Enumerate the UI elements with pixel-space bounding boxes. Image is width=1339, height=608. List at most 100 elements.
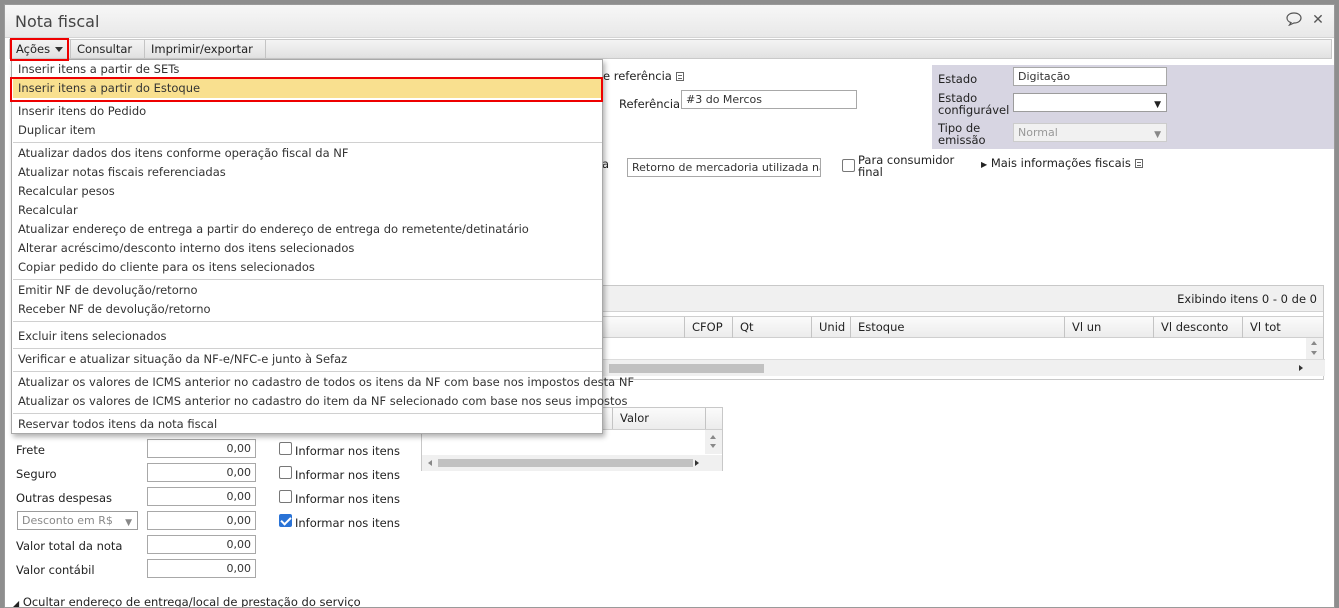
ocultar-endereco-link[interactable]: ◢ Ocultar endereço de entrega/local de p… xyxy=(13,595,361,607)
menu-item-excluir[interactable]: Excluir itens selecionados xyxy=(13,327,602,346)
desconto-tipo-select[interactable]: Desconto em R$ ▼ xyxy=(17,511,138,530)
menu-separator xyxy=(13,100,602,101)
exibindo-itens: Exibindo itens 0 - 0 de 0 xyxy=(1177,292,1317,306)
natureza-label-trunc: a xyxy=(602,157,610,171)
menu-item-inserir-estoque[interactable]: Inserir itens a partir do Estoque xyxy=(13,79,602,98)
menu-item-alterar-acrescimo[interactable]: Alterar acréscimo/desconto interno dos i… xyxy=(13,239,602,258)
menu-item-inserir-pedido[interactable]: Inserir itens do Pedido xyxy=(13,102,602,121)
small-grid-hscroll[interactable] xyxy=(422,455,722,471)
scroll-down-icon[interactable] xyxy=(1311,351,1317,355)
menu-item-inserir-sets[interactable]: Inserir itens a partir de SETs xyxy=(13,60,602,79)
col-vl-tot[interactable]: Vl tot xyxy=(1242,317,1310,338)
menu-item-verificar-sefaz[interactable]: Verificar e atualizar situação da NF-e/N… xyxy=(13,350,602,369)
referencia-label: Referência xyxy=(619,97,681,111)
estado-configuravel-label: Estado configurável xyxy=(938,91,1010,117)
menu-separator xyxy=(13,321,602,322)
valor-total-input: 0,00 xyxy=(147,535,256,554)
menu-item-atualizar-dados-itens[interactable]: Atualizar dados dos itens conforme opera… xyxy=(13,144,602,163)
menu-item-atualizar-notas-ref[interactable]: Atualizar notas fiscais referenciadas xyxy=(13,163,602,182)
col-qt[interactable]: Qt xyxy=(732,317,811,338)
col-unid[interactable]: Unid xyxy=(811,317,850,338)
scroll-thumb[interactable] xyxy=(609,364,764,373)
referencia-link[interactable]: e referência xyxy=(603,69,684,83)
scroll-right-icon[interactable] xyxy=(695,460,699,466)
valor-contabil-label: Valor contábil xyxy=(16,563,95,577)
menu-item-duplicar[interactable]: Duplicar item xyxy=(13,121,602,140)
outras-despesas-input[interactable]: 0,00 xyxy=(147,487,256,506)
chevron-down-icon: ▼ xyxy=(1154,130,1161,140)
close-icon[interactable]: ✕ xyxy=(1310,12,1326,28)
title-icons: ✕ xyxy=(1286,12,1326,28)
estado-label: Estado xyxy=(938,72,978,86)
menu-separator xyxy=(13,142,602,143)
tipo-emissao-select: Normal ▼ xyxy=(1013,123,1167,142)
scroll-up-icon[interactable] xyxy=(1311,341,1317,345)
estado-input: Digitação xyxy=(1013,67,1167,86)
frete-informar-checkbox[interactable] xyxy=(279,442,292,455)
menu-acoes-label: Ações xyxy=(16,42,51,56)
valor-contabil-input: 0,00 xyxy=(147,559,256,578)
caret-down-icon xyxy=(55,47,64,52)
menu-consultar[interactable]: Consultar xyxy=(71,40,145,70)
menu-item-emitir-devolucao[interactable]: Emitir NF de devolução/retorno xyxy=(13,281,602,300)
consumidor-final-checkbox[interactable] xyxy=(842,159,855,172)
scroll-left-icon[interactable] xyxy=(428,460,432,466)
grid-vertical-scrollbar[interactable] xyxy=(1306,338,1323,359)
menu-item-copiar-pedido[interactable]: Copiar pedido do cliente para os itens s… xyxy=(13,258,602,277)
menu-item-atualizar-endereco[interactable]: Atualizar endereço de entrega a partir d… xyxy=(13,220,602,239)
col-vl-un[interactable]: Vl un xyxy=(1064,317,1153,338)
desconto-informar-label: Informar nos itens xyxy=(295,516,400,530)
col-vl-desconto[interactable]: Vl desconto xyxy=(1153,317,1242,338)
col-valor[interactable]: Valor xyxy=(612,408,700,429)
menu-separator xyxy=(13,371,602,372)
menu-separator xyxy=(13,279,602,280)
outras-despesas-label: Outras despesas xyxy=(16,491,113,505)
comment-icon[interactable] xyxy=(1286,12,1302,28)
col-divider xyxy=(705,408,706,429)
estado-panel: Estado Digitação Estado configurável ▼ Ti… xyxy=(932,65,1334,149)
desconto-informar-checkbox[interactable] xyxy=(279,514,292,527)
menu-consultar-label: Consultar xyxy=(77,42,133,56)
window-title: Nota fiscal xyxy=(15,12,100,31)
small-grid-vscroll[interactable] xyxy=(705,430,722,454)
action-menubar: Ações Consultar Imprimir/exportar xyxy=(9,39,1332,70)
seguro-label: Seguro xyxy=(16,467,57,481)
natureza-operacao-input[interactable]: Retorno de mercadoria utilizada na xyxy=(627,158,821,177)
menu-imprimir-label: Imprimir/exportar xyxy=(151,42,253,56)
menu-separator xyxy=(13,413,602,414)
desconto-input[interactable]: 0,00 xyxy=(147,511,256,530)
frete-input[interactable]: 0,00 xyxy=(147,439,256,458)
scroll-right-icon[interactable] xyxy=(1299,365,1303,371)
note-icon xyxy=(1134,159,1143,168)
col-estoque[interactable]: Estoque xyxy=(850,317,1064,338)
menu-acoes[interactable]: Ações xyxy=(10,40,71,58)
valor-total-label: Valor total da nota xyxy=(16,539,123,553)
acoes-dropdown-menu: Inserir itens a partir de SETs Inserir i… xyxy=(11,59,634,434)
menu-item-reservar-itens[interactable]: Reservar todos itens da nota fiscal xyxy=(13,415,602,434)
consumidor-final-label: Para consumidor final xyxy=(858,153,955,179)
scroll-up-icon[interactable] xyxy=(710,435,716,439)
referencia-input[interactable]: #3 do Mercos xyxy=(681,90,857,109)
menu-item-recalcular[interactable]: Recalcular xyxy=(13,201,602,220)
menu-separator xyxy=(13,348,602,349)
title-bar: Nota fiscal ✕ xyxy=(5,5,1334,38)
menu-imprimir-exportar[interactable]: Imprimir/exportar xyxy=(145,40,266,70)
scroll-down-icon[interactable] xyxy=(710,444,716,448)
outras-informar-label: Informar nos itens xyxy=(295,492,400,506)
nota-fiscal-window: Nota fiscal ✕ Ações Consultar Imprimir/e… xyxy=(4,4,1335,608)
seguro-informar-checkbox[interactable] xyxy=(279,466,292,479)
frete-informar-label: Informar nos itens xyxy=(295,444,400,458)
menu-item-icms-todos[interactable]: Atualizar os valores de ICMS anterior no… xyxy=(13,373,634,392)
estado-configuravel-select[interactable]: ▼ xyxy=(1013,93,1167,112)
scroll-thumb[interactable] xyxy=(438,459,693,467)
outras-informar-checkbox[interactable] xyxy=(279,490,292,503)
mais-informacoes-fiscais[interactable]: ▶ Mais informações fiscais xyxy=(981,156,1143,170)
col-cfop[interactable]: CFOP xyxy=(684,317,732,338)
menu-item-receber-devolucao[interactable]: Receber NF de devolução/retorno xyxy=(13,300,602,319)
menu-item-icms-selecionado[interactable]: Atualizar os valores de ICMS anterior no… xyxy=(13,392,628,411)
menu-item-recalcular-pesos[interactable]: Recalcular pesos xyxy=(13,182,602,201)
triangle-right-icon: ▶ xyxy=(981,160,988,169)
note-icon xyxy=(675,72,684,81)
seguro-informar-label: Informar nos itens xyxy=(295,468,400,482)
seguro-input[interactable]: 0,00 xyxy=(147,463,256,482)
